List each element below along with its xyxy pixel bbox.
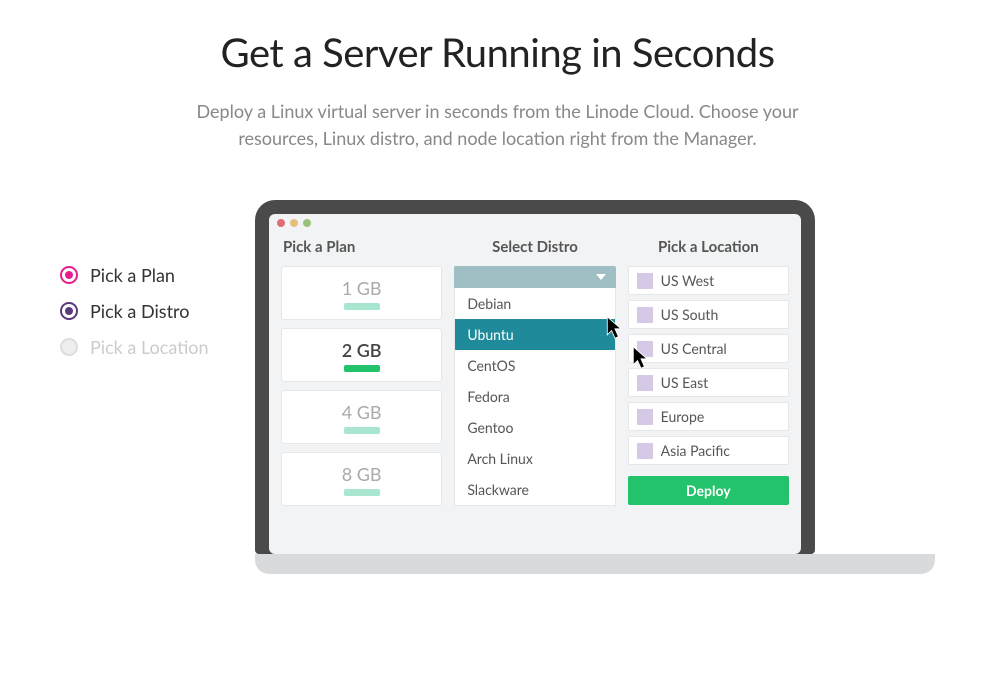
step-pick-distro[interactable]: Pick a Distro bbox=[60, 300, 215, 322]
location-label: Europe bbox=[661, 408, 705, 425]
window-close-icon bbox=[277, 219, 285, 227]
page-title: Get a Server Running in Seconds bbox=[0, 28, 995, 76]
plan-bar-icon bbox=[344, 427, 380, 434]
distro-option[interactable]: Fedora bbox=[455, 381, 614, 412]
plan-size-label: 1 GB bbox=[342, 277, 382, 299]
window-titlebar bbox=[269, 214, 801, 232]
deploy-button[interactable]: Deploy bbox=[628, 476, 789, 505]
radio-empty-icon bbox=[60, 338, 78, 356]
distro-option[interactable]: Gentoo bbox=[455, 412, 614, 443]
plan-bar-icon bbox=[344, 303, 380, 310]
location-option[interactable]: US South bbox=[628, 300, 789, 329]
distro-option[interactable]: Debian bbox=[455, 288, 614, 319]
distro-dropdown-list: DebianUbuntuCentOSFedoraGentooArch Linux… bbox=[454, 288, 615, 506]
distro-option[interactable]: Arch Linux bbox=[455, 443, 614, 474]
distro-dropdown-toggle[interactable] bbox=[454, 266, 615, 288]
distro-option[interactable]: CentOS bbox=[455, 350, 614, 381]
plan-bar-icon bbox=[344, 489, 380, 496]
radio-filled-icon bbox=[60, 266, 78, 284]
column-title: Pick a Location bbox=[628, 238, 789, 256]
location-swatch-icon bbox=[637, 375, 653, 391]
plan-option[interactable]: 4 GB bbox=[281, 390, 442, 444]
location-label: US Central bbox=[661, 340, 727, 357]
step-label: Pick a Plan bbox=[90, 264, 175, 286]
plan-column: Pick a Plan 1 GB 2 GB 4 GB 8 GB bbox=[281, 238, 442, 544]
step-label: Pick a Location bbox=[90, 336, 209, 358]
location-swatch-icon bbox=[637, 409, 653, 425]
plan-size-label: 8 GB bbox=[342, 463, 382, 485]
location-label: US West bbox=[661, 272, 714, 289]
window-minimize-icon bbox=[290, 219, 298, 227]
location-swatch-icon bbox=[637, 307, 653, 323]
distro-option[interactable]: Slackware bbox=[455, 474, 614, 505]
location-option[interactable]: Europe bbox=[628, 402, 789, 431]
app-window: Pick a Plan 1 GB 2 GB 4 GB 8 GB Select Dist… bbox=[269, 214, 801, 554]
page-subtitle: Deploy a Linux virtual server in seconds… bbox=[178, 98, 818, 152]
laptop-frame: Pick a Plan 1 GB 2 GB 4 GB 8 GB Select Dist… bbox=[255, 200, 815, 554]
step-pick-location[interactable]: Pick a Location bbox=[60, 336, 215, 358]
location-option[interactable]: Asia Pacific bbox=[628, 436, 789, 465]
steps-list: Pick a Plan Pick a Distro Pick a Locatio… bbox=[60, 264, 215, 372]
column-title: Select Distro bbox=[454, 238, 615, 256]
location-swatch-icon bbox=[637, 443, 653, 459]
plan-option[interactable]: 2 GB bbox=[281, 328, 442, 382]
plan-size-label: 4 GB bbox=[342, 401, 382, 423]
laptop-base bbox=[255, 554, 935, 574]
location-option[interactable]: US East bbox=[628, 368, 789, 397]
location-option[interactable]: US Central bbox=[628, 334, 789, 363]
plan-size-label: 2 GB bbox=[342, 339, 382, 361]
location-label: US East bbox=[661, 374, 709, 391]
distro-option[interactable]: Ubuntu bbox=[455, 319, 614, 350]
location-option[interactable]: US West bbox=[628, 266, 789, 295]
step-label: Pick a Distro bbox=[90, 300, 189, 322]
radio-filled-icon bbox=[60, 302, 78, 320]
location-label: Asia Pacific bbox=[661, 442, 730, 459]
location-swatch-icon bbox=[637, 273, 653, 289]
plan-option[interactable]: 1 GB bbox=[281, 266, 442, 320]
step-pick-plan[interactable]: Pick a Plan bbox=[60, 264, 215, 286]
location-swatch-icon bbox=[637, 341, 653, 357]
column-title: Pick a Plan bbox=[281, 238, 442, 256]
distro-column: Select Distro DebianUbuntuCentOSFedoraGe… bbox=[454, 238, 615, 544]
window-zoom-icon bbox=[303, 219, 311, 227]
plan-bar-icon bbox=[344, 365, 380, 372]
location-label: US South bbox=[661, 306, 719, 323]
location-column: Pick a Location US West US South US Centra… bbox=[628, 238, 789, 544]
plan-option[interactable]: 8 GB bbox=[281, 452, 442, 506]
